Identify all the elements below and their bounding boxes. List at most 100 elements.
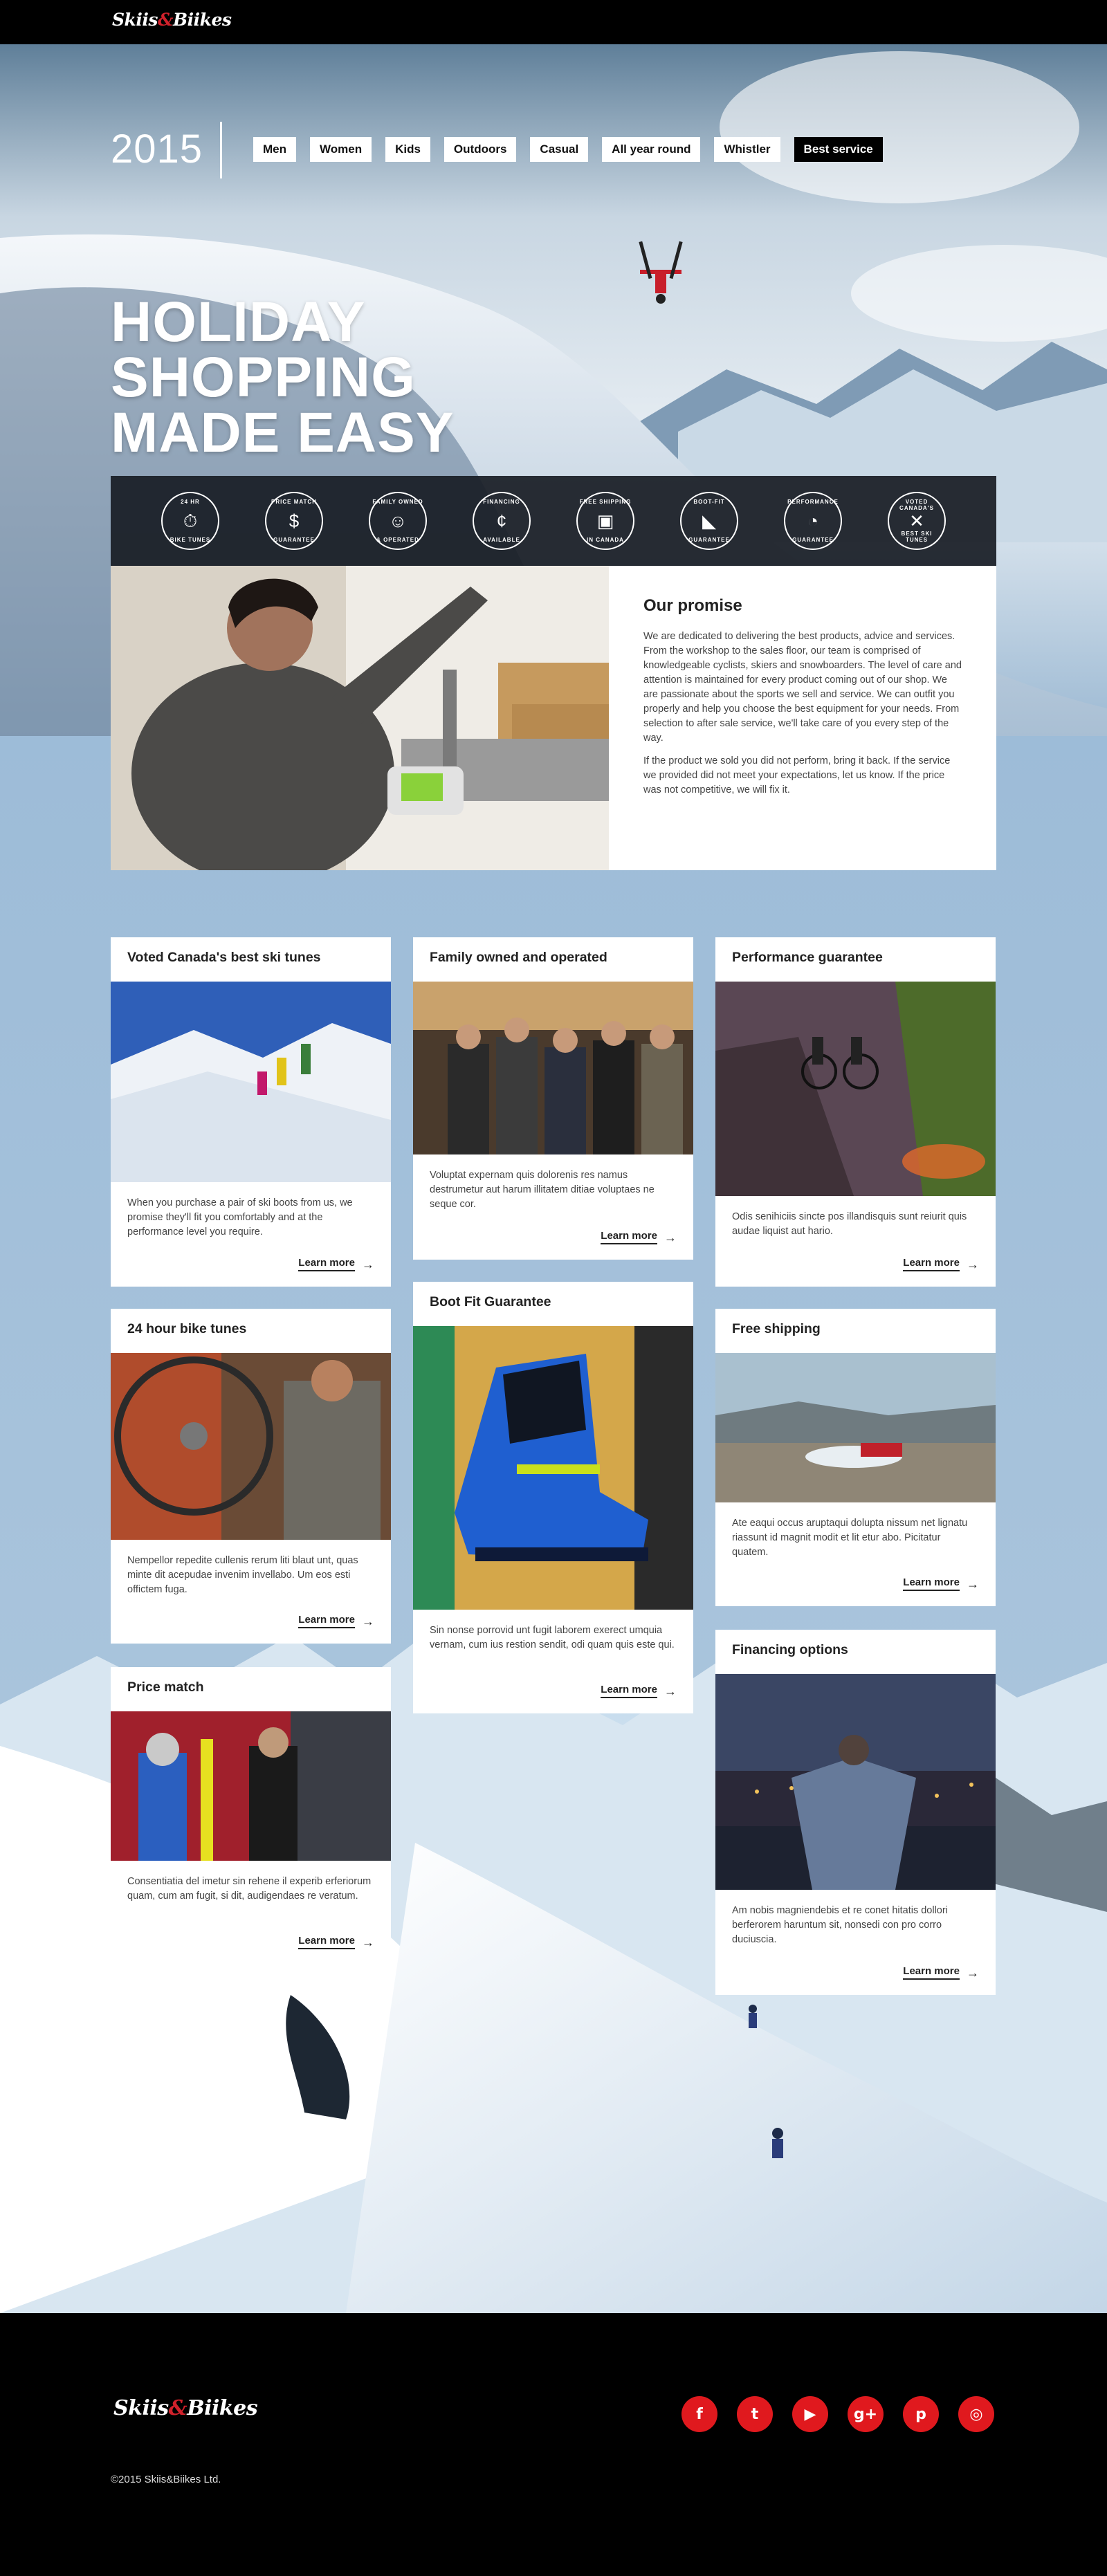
card-performance: Performance guarantee Odis senihiciis si… <box>715 937 996 1287</box>
hero-title: HOLIDAY SHOPPING MADE EASY <box>111 294 455 461</box>
learn-more-link[interactable]: Learn more → <box>601 1230 677 1244</box>
learn-more-link[interactable]: Learn more → <box>903 1257 979 1271</box>
twitter-icon[interactable]: t <box>737 2396 773 2432</box>
learn-more-link[interactable]: Learn more → <box>298 1935 374 1949</box>
year-divider <box>220 122 222 178</box>
badge-family-owned: family owned ☺ & operated <box>369 492 427 550</box>
learn-more-link[interactable]: Learn more → <box>298 1257 374 1271</box>
card-image <box>413 1326 693 1610</box>
badge-bottom-text: bike tunes <box>170 537 211 543</box>
arrow-right-icon: → <box>967 1257 979 1271</box>
logo-text-right: Biikes <box>173 10 232 30</box>
card-image <box>715 1674 996 1890</box>
stopwatch-icon: ⏱ <box>183 510 198 531</box>
badge-bottom-text: guarantee <box>792 537 834 543</box>
arrow-right-icon: → <box>967 1576 979 1591</box>
card-title: Financing options <box>732 1642 848 1657</box>
google-plus-icon[interactable]: g+ <box>848 2396 884 2432</box>
badge-top-text: boot-fit <box>693 499 725 505</box>
top-bar: Skiis&Biikes <box>0 0 1107 44</box>
learn-more-label: Learn more <box>298 1935 355 1949</box>
gauge-icon: ◔ <box>807 510 818 531</box>
badge-bottom-text: available <box>483 537 520 543</box>
arrow-right-icon: → <box>362 1935 374 1949</box>
learn-more-link[interactable]: Learn more → <box>601 1684 677 1698</box>
card-title: Free shipping <box>732 1321 821 1336</box>
learn-more-link[interactable]: Learn more → <box>903 1965 979 1980</box>
card-text: Odis senihiciis sincte pos illandisquis … <box>732 1211 967 1237</box>
social-links: f t ▶ g+ p ◎ <box>681 2396 994 2432</box>
ski-tourers-photo <box>111 982 391 1182</box>
card-title: Voted Canada's best ski tunes <box>127 950 321 965</box>
nav-item-casual[interactable]: Casual <box>530 137 589 162</box>
badge-top-text: free shipping <box>579 499 632 505</box>
card-image <box>111 1711 391 1861</box>
instagram-icon[interactable]: ◎ <box>958 2396 994 2432</box>
learn-more-label: Learn more <box>601 1230 657 1244</box>
learn-more-label: Learn more <box>903 1576 960 1591</box>
footer: Skiis&Biikes f t ▶ g+ p ◎ ©2015 Skiis&Bi… <box>0 2313 1107 2576</box>
card-free-shipping: Free shipping Ate eaqui occus aruptaqui … <box>715 1309 996 1606</box>
badge-price-match: price match $ guarantee <box>265 492 323 550</box>
badge-top-text: 24 hr <box>181 499 200 505</box>
brand-logo[interactable]: Skiis&Biikes <box>112 10 232 30</box>
card-image <box>413 982 693 1154</box>
year-label: 2015 <box>111 127 203 172</box>
learn-more-label: Learn more <box>903 1257 960 1271</box>
hero-title-line: SHOPPING <box>111 346 416 409</box>
nav-item-whistler[interactable]: Whistler <box>714 137 780 162</box>
badge-bottom-text: guarantee <box>273 537 315 543</box>
arrow-right-icon: → <box>967 1965 979 1980</box>
card-text: Sin nonse porrovid unt fugit laborem exe… <box>430 1625 675 1650</box>
card-title: 24 hour bike tunes <box>127 1321 247 1336</box>
card-text: Am nobis magniendebis et re conet hitati… <box>732 1905 948 1945</box>
pinterest-icon[interactable]: p <box>903 2396 939 2432</box>
cyclists-photo <box>715 982 996 1196</box>
logo-text-right: Biikes <box>187 2396 258 2420</box>
nav-item-women[interactable]: Women <box>310 137 372 162</box>
learn-more-label: Learn more <box>601 1684 657 1698</box>
skiers-at-gondola-photo <box>111 1711 391 1861</box>
facebook-icon[interactable]: f <box>681 2396 717 2432</box>
card-image <box>111 1353 391 1540</box>
promise-paragraph: We are dedicated to delivering the best … <box>643 631 962 744</box>
promise-photo <box>111 566 609 870</box>
card-bike-tunes: 24 hour bike tunes Nempellor repedite cu… <box>111 1309 391 1644</box>
youtube-icon[interactable]: ▶ <box>792 2396 828 2432</box>
badge-24hr-bike-tunes: 24 hr ⏱ bike tunes <box>161 492 219 550</box>
footer-logo[interactable]: Skiis&Biikes <box>113 2396 258 2420</box>
truck-on-beach-photo <box>715 1353 996 1502</box>
box-icon: ▣ <box>596 510 614 531</box>
card-text: Consentiatia del imetur sin rehene il ex… <box>127 1876 372 1902</box>
card-image <box>111 982 391 1182</box>
boot-fitter-photo <box>111 566 609 870</box>
badge-bottom-text: & operated <box>376 537 419 543</box>
logo-ampersand: & <box>168 2396 187 2420</box>
arrow-right-icon: → <box>362 1614 374 1628</box>
badge-bottom-text: best ski tunes <box>901 531 933 543</box>
card-title: Performance guarantee <box>732 950 883 965</box>
learn-more-label: Learn more <box>903 1965 960 1980</box>
copyright: ©2015 Skiis&Biikes Ltd. <box>111 2474 221 2485</box>
badge-top-text: family owned <box>372 499 423 505</box>
promise-title: Our promise <box>643 596 742 615</box>
badge-top-text: performance <box>787 499 839 505</box>
nav-item-kids[interactable]: Kids <box>385 137 430 162</box>
badge-top-text: voted canada's <box>899 499 934 511</box>
price-tag-icon: $ <box>289 510 300 531</box>
card-image <box>715 1353 996 1502</box>
learn-more-link[interactable]: Learn more → <box>903 1576 979 1591</box>
badge-bottom-text: in canada <box>587 537 624 543</box>
card-boot-fit: Boot Fit Guarantee Sin nonse porrovid un… <box>413 1282 693 1713</box>
arrow-right-icon: → <box>664 1684 677 1698</box>
nav-item-best-service[interactable]: Best service <box>794 137 883 162</box>
card-title: Family owned and operated <box>430 950 607 965</box>
nav-item-men[interactable]: Men <box>253 137 296 162</box>
card-financing: Financing options Am nobis magniendebis … <box>715 1630 996 1995</box>
card-text: Ate eaqui occus aruptaqui dolupta nissum… <box>732 1518 968 1558</box>
nav-item-all-year-round[interactable]: All year round <box>602 137 701 162</box>
nav-item-outdoors[interactable]: Outdoors <box>443 137 517 162</box>
learn-more-link[interactable]: Learn more → <box>298 1614 374 1628</box>
staff-group-photo <box>413 982 693 1154</box>
skis-icon: ✕ <box>909 510 924 531</box>
